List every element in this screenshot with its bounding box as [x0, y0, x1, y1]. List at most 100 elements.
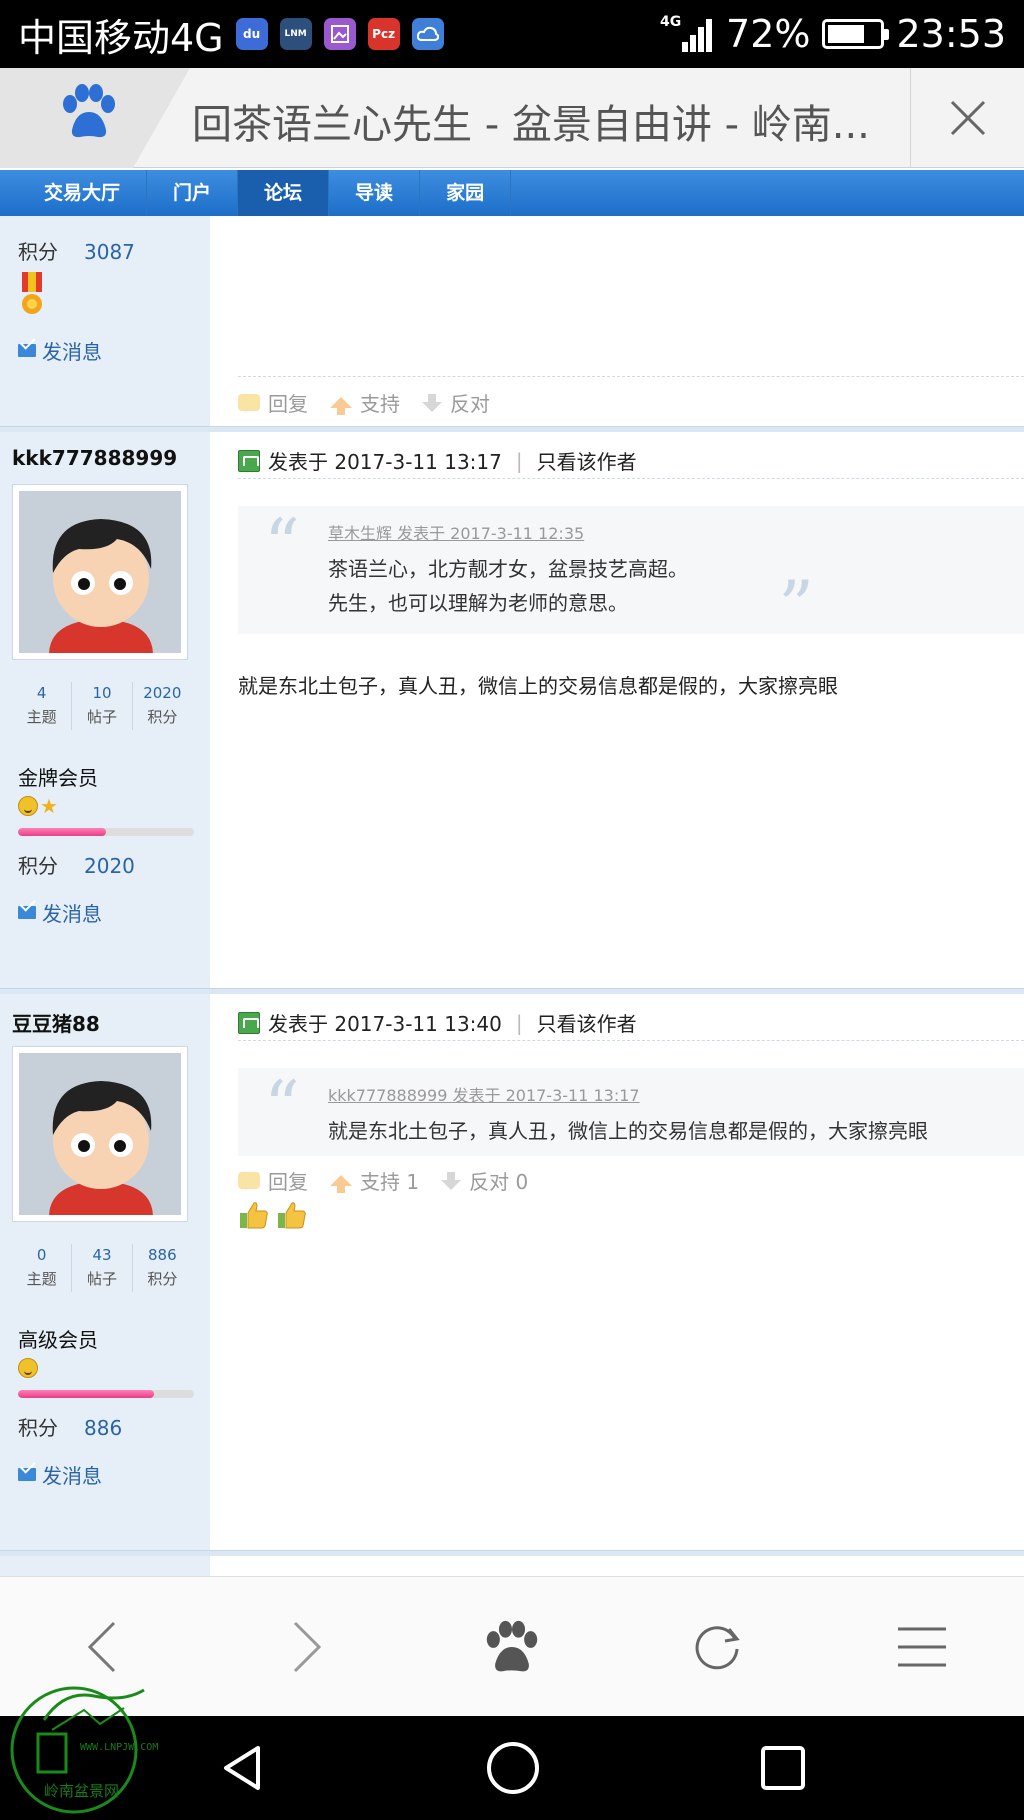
- battery-percent: 72%: [726, 12, 811, 56]
- smiley-icon: [18, 796, 38, 816]
- menu-button[interactable]: [819, 1577, 1024, 1716]
- medal-icon: [22, 272, 42, 314]
- author-score: 积分 2020: [18, 854, 135, 878]
- refresh-icon: [695, 1625, 740, 1669]
- nav-item-forum[interactable]: 论坛: [238, 170, 330, 216]
- member-rank: 金牌会员: [18, 766, 98, 790]
- nav-item-portal[interactable]: 门户: [147, 170, 239, 216]
- page-title: 回茶语兰心先生 - 盆景自由讲 - 岭南...: [192, 102, 870, 148]
- post-timestamp: 发表于 2017-3-11 13:40: [268, 1012, 502, 1036]
- thumbs-up-icon: [240, 1202, 268, 1229]
- post-body: 就是东北土包子，真人丑，微信上的交易信息都是假的，大家擦亮眼: [238, 674, 838, 698]
- rank-progress-bar: [18, 828, 194, 836]
- clock: 23:53: [896, 12, 1006, 56]
- envelope-icon: [18, 906, 36, 919]
- baidu-paw-icon: [486, 1620, 538, 1671]
- baidu-home-button[interactable]: [410, 1577, 615, 1716]
- support-icon: [330, 397, 352, 415]
- refresh-button[interactable]: [614, 1577, 819, 1716]
- star-icon: ★: [40, 794, 58, 818]
- reply-button[interactable]: 回复: [238, 1166, 308, 1195]
- quote-line: 就是东北土包子，真人丑，微信上的交易信息都是假的，大家擦亮眼: [328, 1119, 928, 1143]
- author-name[interactable]: 豆豆猪88: [12, 1008, 100, 1037]
- nav-item-trading-hall[interactable]: 交易大厅: [18, 170, 148, 216]
- oppose-button[interactable]: 反对 0: [441, 1166, 528, 1195]
- battery-icon: [822, 19, 890, 49]
- only-author-link[interactable]: 只看该作者: [537, 446, 637, 475]
- pcz-app-icon: Pcz: [367, 18, 400, 50]
- oppose-button[interactable]: 反对: [422, 388, 490, 417]
- browser-title-bar: 回茶语兰心先生 - 盆景自由讲 - 岭南...: [0, 68, 1024, 168]
- quote-block: “ kkk777888999 发表于 2017-3-11 13:17 就是东北土…: [238, 1068, 1024, 1156]
- oppose-icon: [441, 1171, 462, 1190]
- member-rank: 高级会员: [18, 1328, 98, 1352]
- close-button[interactable]: [910, 68, 1024, 168]
- avatar[interactable]: [12, 1046, 188, 1222]
- post-header: 发表于 2017-3-11 13:40 | 只看该作者: [238, 1008, 637, 1037]
- quote-open-icon: “: [264, 504, 300, 586]
- thread-content: 积分 3087 发消息 回复 支持 反对 kkk777888999 4 主题 1…: [0, 216, 1024, 1576]
- smiley-icon: [18, 1358, 38, 1378]
- gallery-app-icon: [323, 18, 356, 50]
- quote-line: 先生，也可以理解为老师的意思。: [328, 591, 628, 615]
- default-avatar-image: [19, 491, 181, 653]
- post-icon: [238, 449, 260, 472]
- envelope-icon: [18, 344, 36, 357]
- reply-icon: [238, 1172, 260, 1190]
- author-score: 积分 3087: [18, 240, 135, 264]
- watermark-url: WWW.LNPJW.COM: [80, 1742, 159, 1753]
- send-message-link[interactable]: 发消息: [18, 1460, 102, 1489]
- quote-open-icon: “: [264, 1066, 300, 1148]
- site-logo[interactable]: [0, 68, 190, 168]
- only-author-link[interactable]: 只看该作者: [537, 1008, 637, 1037]
- chevron-right-icon: [294, 1621, 322, 1672]
- author-stats: 4 主题 10 帖子 2020 积分: [12, 682, 192, 730]
- send-message-link[interactable]: 发消息: [18, 336, 102, 365]
- support-button[interactable]: 支持: [330, 388, 400, 417]
- close-icon: [950, 100, 985, 136]
- rank-icons: [18, 1358, 38, 1380]
- post-body-emoji: [238, 1200, 308, 1230]
- default-avatar-image: [19, 1053, 181, 1215]
- watermark-name: 岭南盆景网: [44, 1782, 120, 1800]
- support-icon: [330, 1175, 352, 1193]
- nav-item-home[interactable]: 家园: [420, 170, 512, 216]
- support-button[interactable]: 支持 1: [330, 1166, 419, 1195]
- reply-button[interactable]: 回复: [238, 388, 308, 417]
- status-bar: 中国移动4G du LNM Pcz 4G 72% 23:53: [0, 0, 1024, 68]
- author-score: 积分 886: [18, 1416, 123, 1440]
- oppose-icon: [422, 393, 442, 412]
- envelope-icon: [18, 1468, 36, 1481]
- post-actions: 回复 支持 反对: [238, 388, 490, 417]
- baidu-paw-icon: [63, 84, 115, 138]
- nav-recents-icon[interactable]: [759, 1744, 807, 1792]
- signal-icon: 4G: [660, 14, 714, 54]
- cloud-app-icon: [411, 18, 444, 50]
- nav-back-icon[interactable]: [218, 1743, 268, 1793]
- hamburger-menu-icon: [897, 1627, 946, 1666]
- quote-block: “ 草木生辉 发表于 2017-3-11 12:35 茶语兰心，北方靓才女，盆景…: [238, 504, 1024, 642]
- post-icon: [238, 1011, 260, 1034]
- nav-item-guide[interactable]: 导读: [329, 170, 421, 216]
- post-timestamp: 发表于 2017-3-11 13:17: [268, 450, 502, 474]
- quote-meta-link[interactable]: kkk777888999 发表于 2017-3-11 13:17: [328, 1082, 1024, 1106]
- thumbs-up-icon: [278, 1202, 306, 1229]
- unknown-app-icon: LNM: [279, 18, 312, 50]
- carrier-name: 中国移动4G: [18, 15, 224, 60]
- nav-home-icon[interactable]: [485, 1740, 541, 1796]
- post-header: 发表于 2017-3-11 13:17 | 只看该作者: [238, 446, 637, 475]
- post-actions: 回复 支持 1 反对 0: [238, 1166, 528, 1195]
- quote-close-icon: ”: [778, 566, 814, 648]
- baidu-app-icon: du: [235, 18, 268, 50]
- site-nav: 交易大厅 门户 论坛 导读 家园: [0, 170, 1024, 216]
- quote-line: 茶语兰心，北方靓才女，盆景技艺高超。: [328, 557, 688, 581]
- avatar[interactable]: [12, 484, 188, 660]
- rank-icons: ★: [18, 796, 58, 818]
- author-name[interactable]: kkk777888999: [12, 446, 177, 470]
- reply-icon: [238, 394, 260, 412]
- author-stats: 0 主题 43 帖子 886 积分: [12, 1244, 192, 1292]
- send-message-link[interactable]: 发消息: [18, 898, 102, 927]
- site-watermark-logo: WWW.LNPJW.COM 岭南盆景网: [4, 1650, 164, 1820]
- quote-meta-link[interactable]: 草木生辉 发表于 2017-3-11 12:35: [328, 520, 1024, 544]
- forward-button[interactable]: [205, 1577, 410, 1716]
